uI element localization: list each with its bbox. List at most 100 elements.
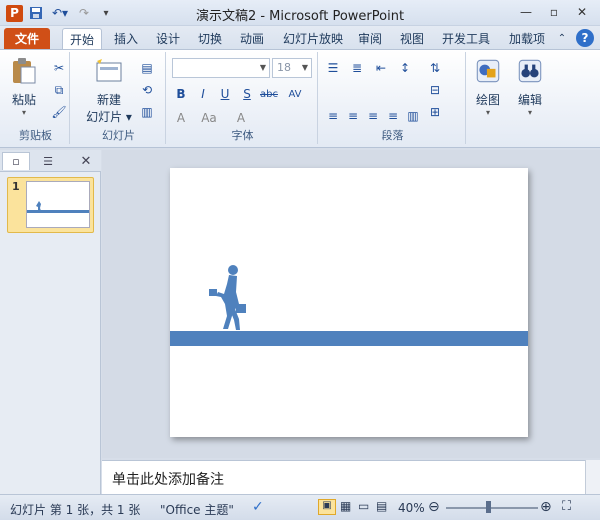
close-icon[interactable]: ✕: [570, 3, 594, 21]
tab-addins[interactable]: 加载项: [504, 28, 550, 50]
clipboard-group: 粘贴 ▾ ✂ ⧉ 🖌 剪贴板: [2, 52, 70, 144]
paste-dropdown-icon: ▾: [21, 108, 26, 117]
paragraph-group: ☰ ≣ ⇤ ↕ ⇅ ⊟ ⊞ ≡ ≡ ≡ ≡ ▥ 段落: [320, 52, 466, 144]
tab-animations[interactable]: 动画: [234, 28, 270, 50]
notes-placeholder: 单击此处添加备注: [112, 472, 224, 488]
status-bar: 幻灯片 第 1 张，共 1 张 "Office 主题" ✓ ▣ ▦ ▭ ▤ 40…: [0, 494, 600, 520]
slide-thumbnail[interactable]: [26, 181, 90, 228]
reset-slide-icon[interactable]: ⟲: [138, 82, 156, 98]
decrease-indent-icon[interactable]: ⇤: [372, 60, 390, 76]
slides-tab-icon[interactable]: ▫: [2, 152, 30, 170]
slide-number: 1: [12, 180, 20, 193]
close-pane-icon[interactable]: ✕: [72, 152, 100, 170]
justify-icon[interactable]: ≡: [384, 108, 402, 124]
window-controls: — ▫ ✕: [514, 3, 594, 21]
tab-review[interactable]: 审阅: [352, 28, 388, 50]
zoom-slider-thumb[interactable]: [486, 501, 491, 513]
walking-person-figure: [209, 265, 246, 330]
slides-pane-tabs: ▫ ☰ ✕: [0, 150, 101, 172]
tab-home[interactable]: 开始: [62, 28, 102, 50]
editing-button[interactable]: 编辑 ▾: [512, 56, 548, 117]
notes-pane[interactable]: 单击此处添加备注: [102, 460, 585, 494]
minimize-ribbon-icon[interactable]: ⌃: [554, 28, 570, 50]
zoom-level[interactable]: 40%: [398, 501, 425, 515]
ribbon: 粘贴 ▾ ✂ ⧉ 🖌 剪贴板 新建 幻灯片 ▾ ▤ ⟲ ▥ 幻灯片 ▼ 18 ▼ …: [0, 49, 600, 148]
new-slide-button[interactable]: 新建 幻灯片 ▾: [84, 56, 134, 125]
line-spacing-icon[interactable]: ↕: [396, 60, 414, 76]
zoom-slider[interactable]: [446, 507, 538, 509]
tab-developer[interactable]: 开发工具: [438, 28, 494, 50]
theme-status[interactable]: "Office 主题": [160, 501, 234, 518]
vertical-scrollbar[interactable]: [585, 460, 600, 494]
bold-button[interactable]: B: [172, 86, 190, 102]
paste-icon: [13, 58, 36, 84]
spellcheck-icon[interactable]: ✓: [252, 499, 264, 515]
zoom-out-icon[interactable]: ⊖: [428, 499, 440, 515]
align-left-icon[interactable]: ≡: [324, 108, 342, 124]
clear-format-button[interactable]: A: [232, 110, 250, 126]
slideshow-icon[interactable]: ▤: [376, 499, 387, 513]
tab-transitions[interactable]: 切换: [192, 28, 228, 50]
font-size-combo[interactable]: 18 ▼: [272, 58, 312, 78]
font-group-label: 字体: [231, 129, 254, 142]
title-bar: P ↶▾ ↷ ▾ 演示文稿2 - Microsoft PowerPoint — …: [0, 0, 600, 26]
new-slide-label-1: 新建: [96, 93, 121, 107]
italic-button[interactable]: I: [194, 86, 212, 102]
text-direction-icon[interactable]: ⇅: [426, 60, 444, 76]
tab-design[interactable]: 设计: [150, 28, 186, 50]
columns-icon[interactable]: ▥: [404, 108, 422, 124]
slide-editing-area: [102, 150, 600, 458]
tab-insert[interactable]: 插入: [108, 28, 144, 50]
editing-label: 编辑: [517, 93, 542, 107]
slides-pane: ▫ ☰ ✕ 1: [0, 150, 101, 494]
paste-label: 粘贴: [11, 93, 36, 107]
maximize-icon[interactable]: ▫: [542, 3, 566, 21]
new-slide-icon: [96, 59, 122, 82]
outline-tab-icon[interactable]: ☰: [34, 152, 62, 170]
tab-slideshow[interactable]: 幻灯片放映: [280, 28, 346, 50]
font-name-combo[interactable]: ▼: [172, 58, 270, 78]
paste-button[interactable]: 粘贴 ▾: [6, 56, 42, 117]
minimize-icon[interactable]: —: [514, 3, 538, 21]
normal-view-icon[interactable]: ▣: [318, 499, 336, 515]
slide-sorter-icon[interactable]: ▦: [340, 499, 351, 513]
drawing-button[interactable]: 绘图 ▾: [470, 56, 506, 117]
shadow-button[interactable]: S: [238, 86, 256, 102]
smartart-icon[interactable]: ⊞: [426, 104, 444, 120]
zoom-in-icon[interactable]: ⊕: [540, 499, 552, 515]
help-icon[interactable]: ?: [576, 29, 594, 47]
change-case-button[interactable]: Aa: [200, 110, 218, 126]
tab-view[interactable]: 视图: [394, 28, 430, 50]
align-right-icon[interactable]: ≡: [364, 108, 382, 124]
font-color-button[interactable]: A: [172, 110, 190, 126]
new-slide-label-2: 幻灯片 ▾: [86, 110, 132, 124]
thumbnail-figure: [36, 201, 41, 211]
tab-file[interactable]: 文件: [4, 28, 50, 50]
drawing-dropdown-icon: ▾: [485, 108, 490, 117]
slide-canvas[interactable]: [170, 168, 528, 437]
align-center-icon[interactable]: ≡: [344, 108, 362, 124]
slides-group-label: 幻灯片: [102, 129, 135, 142]
slides-group: 新建 幻灯片 ▾ ▤ ⟲ ▥ 幻灯片: [72, 52, 166, 144]
shapes-icon: [476, 59, 500, 83]
copy-icon[interactable]: ⧉: [50, 82, 68, 98]
binoculars-icon: [518, 59, 542, 83]
layout-icon[interactable]: ▤: [138, 60, 156, 76]
slide-accent-bar: [170, 331, 528, 346]
bullets-icon[interactable]: ☰: [324, 60, 342, 76]
character-spacing-button[interactable]: AV: [286, 86, 304, 102]
align-text-icon[interactable]: ⊟: [426, 82, 444, 98]
strikethrough-button[interactable]: abc: [260, 86, 278, 102]
format-painter-icon[interactable]: 🖌: [50, 104, 68, 120]
drawing-label: 绘图: [475, 93, 500, 107]
cut-icon[interactable]: ✂: [50, 60, 68, 76]
paragraph-group-label: 段落: [381, 129, 404, 142]
numbering-icon[interactable]: ≣: [348, 60, 366, 76]
fit-to-window-icon[interactable]: ⛶: [562, 499, 571, 514]
underline-button[interactable]: U: [216, 86, 234, 102]
reading-view-icon[interactable]: ▭: [358, 499, 369, 513]
powerpoint-window: P ↶▾ ↷ ▾ 演示文稿2 - Microsoft PowerPoint — …: [0, 0, 600, 520]
font-group: ▼ 18 ▼ B I U S abc AV A Aa A 字体: [168, 52, 318, 144]
ribbon-tabs: 文件 开始 插入 设计 切换 动画 幻灯片放映 审阅 视图 开发工具 加载项 ⌃…: [0, 26, 600, 50]
section-icon[interactable]: ▥: [138, 104, 156, 120]
